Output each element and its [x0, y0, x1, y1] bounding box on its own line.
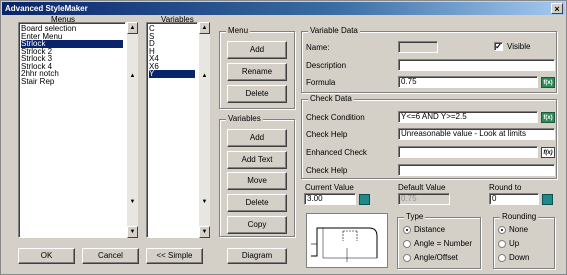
scroll-up-icon[interactable]: ▲: [127, 22, 138, 34]
variable-add-text-button[interactable]: Add Text: [227, 151, 287, 169]
type-group-label: Type: [404, 212, 426, 221]
current-value-label: Current Value: [305, 183, 354, 192]
name-label: Name:: [306, 43, 330, 52]
rounding-radio[interactable]: [498, 254, 506, 262]
enhanced-fx-button[interactable]: f(x): [541, 147, 555, 158]
variable-data-label: Variable Data: [308, 26, 360, 35]
menu-delete-button[interactable]: Delete: [227, 85, 287, 103]
scroll-up-arrow-icon: ▲: [129, 73, 136, 79]
variable-delete-button[interactable]: Delete: [227, 194, 287, 212]
menu-group-label: Menu: [226, 26, 251, 35]
check-help-field[interactable]: Unreasonable value - Look at limits: [398, 128, 555, 140]
cancel-button[interactable]: Cancel: [82, 248, 139, 264]
variables-list-item[interactable]: D: [149, 40, 195, 48]
menu-add-button[interactable]: Add: [227, 41, 287, 59]
scroll-down-arrow-icon: ▼: [201, 199, 208, 205]
visible-label: Visible: [507, 42, 531, 51]
variable-copy-button[interactable]: Copy: [227, 216, 287, 234]
menus-scrollbar[interactable]: ▲ ▲ ▼ ▼: [126, 22, 138, 238]
check-data-label: Check Data: [308, 94, 354, 103]
current-value-field[interactable]: 3.00: [304, 193, 356, 205]
description-field[interactable]: [398, 59, 555, 71]
name-field: [398, 41, 438, 53]
variables-list-item[interactable]: C: [149, 25, 195, 33]
simple-button[interactable]: << Simple: [146, 248, 203, 264]
check-help-label: Check Help: [306, 130, 348, 139]
variable-move-button[interactable]: Move: [227, 172, 287, 190]
variables-list-item[interactable]: X6: [149, 62, 195, 71]
rounding-option-label: Up: [509, 239, 520, 248]
check-condition-label: Check Condition: [306, 113, 365, 122]
type-option-label: Distance: [414, 225, 446, 234]
ok-button[interactable]: OK: [18, 248, 75, 264]
description-label: Description: [306, 61, 347, 70]
round-to-field[interactable]: 0: [489, 193, 539, 205]
round-to-icon[interactable]: [542, 194, 553, 205]
formula-fx-button[interactable]: f(x): [541, 77, 555, 88]
type-radio[interactable]: [403, 240, 411, 248]
variables-listbox[interactable]: C S D H X4 X6 Y: [146, 22, 198, 238]
visible-checkbox[interactable]: ✓: [494, 42, 503, 51]
rounding-radio[interactable]: [498, 240, 506, 248]
rounding-option-label: Down: [509, 253, 530, 262]
condition-fx-button[interactable]: f(x): [541, 112, 555, 123]
enhanced-check-label: Enhanced Check: [306, 148, 367, 157]
check-help-2-label: Check Help: [306, 166, 348, 175]
current-value-icon[interactable]: [359, 194, 370, 205]
variables-group-label: Variables: [226, 114, 263, 123]
rounding-option-label: None: [509, 225, 529, 234]
check-help-2-field[interactable]: [398, 164, 555, 176]
type-option-label: Angle/Offset: [414, 253, 458, 262]
diagram-button[interactable]: Diagram: [227, 248, 287, 264]
scroll-down-arrow-icon: ▼: [129, 199, 136, 205]
type-option-label: Angle = Number: [414, 239, 473, 248]
variables-list: C S D H X4 X6 Y: [149, 25, 195, 78]
menus-listbox[interactable]: Board selection Enter Menu Strlock Strlock …: [18, 22, 126, 238]
profile-preview: [306, 213, 388, 268]
menus-list-item[interactable]: Stair Rep: [21, 77, 123, 86]
enhanced-check-field[interactable]: [398, 146, 538, 158]
variables-list-item[interactable]: S: [149, 32, 195, 41]
rounding-radio[interactable]: [498, 226, 506, 234]
menus-list: Board selection Enter Menu Strlock Strlock …: [21, 25, 123, 85]
default-value-field: 0.75: [398, 193, 450, 205]
advanced-stylemaker-window: Advanced StyleMaker × Menus Board select…: [0, 0, 567, 275]
scroll-down-icon[interactable]: ▼: [199, 226, 210, 238]
round-to-label: Round to: [489, 183, 522, 192]
check-condition-field[interactable]: Y<=6 AND Y>=2.5: [398, 111, 538, 123]
variable-add-button[interactable]: Add: [227, 129, 287, 147]
scroll-down-icon[interactable]: ▼: [127, 226, 138, 238]
close-button[interactable]: ×: [551, 3, 563, 14]
type-radio[interactable]: [403, 254, 411, 262]
rounding-group-label: Rounding: [500, 212, 539, 221]
variables-list-item[interactable]: Y: [149, 70, 195, 78]
profile-drawing-icon: [311, 227, 378, 262]
title-bar: Advanced StyleMaker ×: [2, 2, 565, 15]
formula-label: Formula: [306, 78, 336, 87]
variables-scrollbar[interactable]: ▲ ▲ ▼ ▼: [198, 22, 210, 238]
menu-rename-button[interactable]: Rename: [227, 63, 287, 81]
scroll-up-arrow-icon: ▲: [201, 73, 208, 79]
default-value-label: Default Value: [398, 183, 446, 192]
window-title: Advanced StyleMaker: [5, 4, 88, 13]
formula-field[interactable]: 0.75: [398, 76, 538, 88]
scroll-up-icon[interactable]: ▲: [199, 22, 210, 34]
type-radio[interactable]: [403, 226, 411, 234]
